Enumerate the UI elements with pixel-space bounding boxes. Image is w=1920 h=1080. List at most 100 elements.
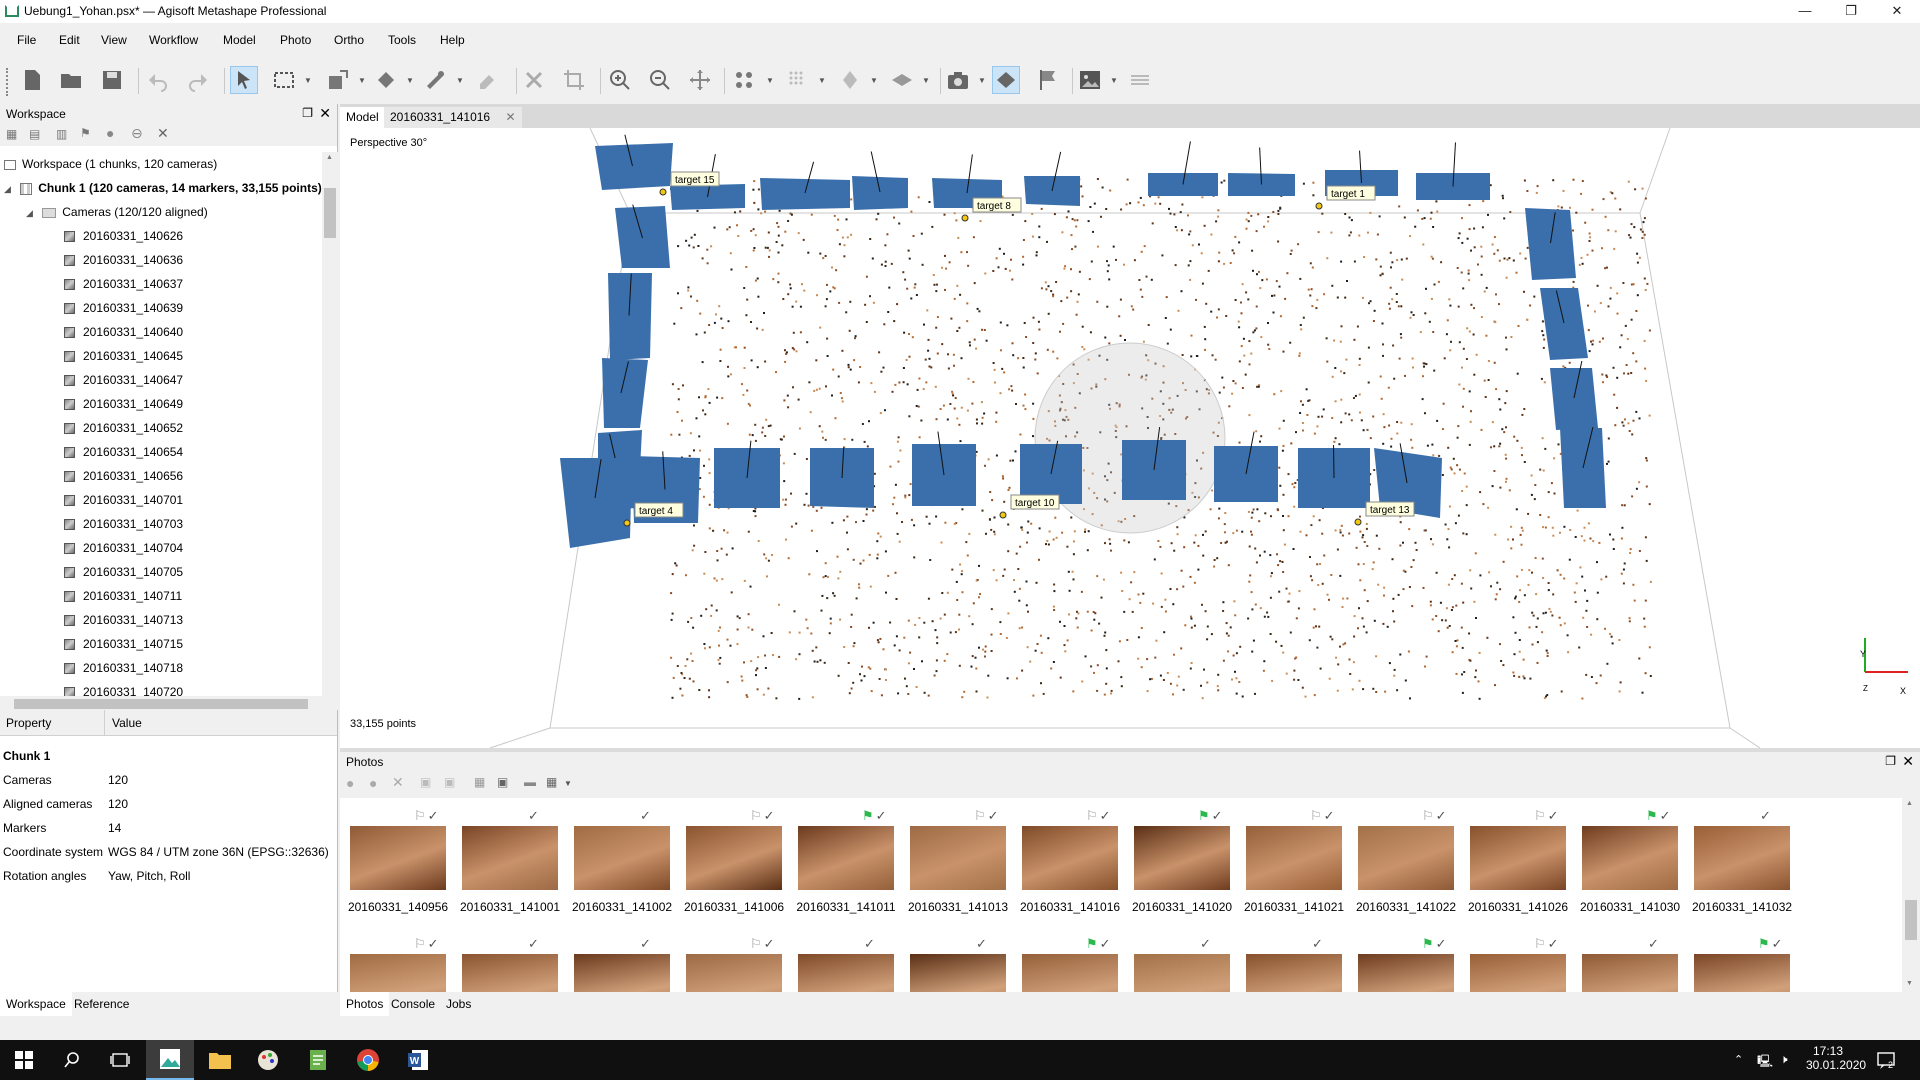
layers-icon[interactable] [1126, 66, 1154, 94]
chevron-down-icon[interactable]: ▼ [818, 76, 826, 85]
camera-plane[interactable] [608, 273, 652, 360]
camera-item[interactable]: 20160331_140705 [64, 560, 183, 584]
scroll-up-icon[interactable]: ▲ [326, 154, 334, 162]
photo-thumbnail[interactable] [1022, 826, 1118, 890]
disable-icon[interactable]: ● [369, 775, 377, 791]
photo-thumbnail[interactable] [350, 826, 446, 890]
camera-item[interactable]: 20160331_140647 [64, 368, 183, 392]
model-viewport[interactable]: target 15 target 8 target 1 target 4 target … [340, 128, 1920, 748]
menu-model[interactable]: Model [223, 33, 256, 47]
show-masks-icon[interactable]: ▣ [497, 775, 508, 789]
search-icon[interactable] [48, 1040, 96, 1080]
clock[interactable]: 17:13 30.01.2020 [1806, 1044, 1866, 1072]
chevron-down-icon[interactable]: ▼ [766, 76, 774, 85]
property-value[interactable]: WGS 84 / UTM zone 36N (EPSG::32636) [108, 840, 329, 864]
camera-item[interactable]: 20160331_140713 [64, 608, 183, 632]
photo-thumbnail[interactable] [1694, 826, 1790, 890]
camera-icon[interactable] [944, 66, 972, 94]
camera-plane[interactable] [560, 458, 632, 548]
camera-item[interactable]: 20160331_140715 [64, 632, 183, 656]
image-quality-icon[interactable]: ▬ [524, 775, 536, 789]
navigation-arrow-icon[interactable] [230, 66, 258, 94]
new-document-icon[interactable] [18, 66, 46, 94]
photo-thumbnail[interactable] [686, 826, 782, 890]
add-marker-icon[interactable]: ⚑ [80, 126, 91, 140]
camera-item[interactable]: 20160331_140645 [64, 344, 183, 368]
float-pane-icon[interactable]: ❐ [1885, 754, 1896, 768]
chevron-down-icon[interactable]: ▼ [978, 76, 986, 85]
maximize-button[interactable]: ❐ [1828, 0, 1874, 23]
camera-item[interactable]: 20160331_140711 [64, 584, 182, 608]
photo-thumbnail[interactable] [1358, 954, 1454, 992]
dense-cloud-icon[interactable] [784, 66, 812, 94]
chevron-down-icon[interactable]: ▼ [1110, 76, 1118, 85]
enable-icon[interactable]: ● [346, 775, 354, 791]
delete-selection-icon[interactable] [520, 66, 548, 94]
remove-icon[interactable]: ✕ [157, 125, 169, 142]
value-column[interactable]: Value [112, 716, 142, 730]
chevron-down-icon[interactable]: ▼ [304, 76, 312, 85]
redo-icon[interactable] [184, 66, 212, 94]
property-column[interactable]: Property [6, 716, 51, 730]
photo-thumbnail[interactable] [1582, 826, 1678, 890]
photo-thumbnail[interactable] [462, 954, 558, 992]
camera-item[interactable]: 20160331_140640 [64, 320, 183, 344]
photo-thumbnail[interactable] [462, 826, 558, 890]
volume-icon[interactable]: 🕨 [1780, 1052, 1788, 1067]
notepad-icon[interactable] [294, 1040, 342, 1080]
open-folder-icon[interactable] [57, 66, 85, 94]
show-image-icon[interactable] [1076, 66, 1104, 94]
expand-chunk-icon[interactable]: ◢ [4, 184, 11, 194]
add-photos-icon[interactable]: ▤ [29, 127, 40, 141]
menu-photo[interactable]: Photo [280, 33, 311, 47]
photo-thumbnail[interactable] [1246, 826, 1342, 890]
photo-thumbnail[interactable] [574, 954, 670, 992]
float-pane-icon[interactable]: ❐ [302, 106, 313, 120]
toolbar-grip[interactable] [6, 68, 10, 96]
point-cloud-scene[interactable]: target 15 target 8 target 1 target 4 target … [340, 128, 1920, 748]
marker[interactable]: target 1 [1315, 185, 1376, 210]
camera-item[interactable]: 20160331_140656 [64, 464, 183, 488]
metashape-taskbar-icon[interactable] [146, 1040, 194, 1080]
eraser-icon[interactable] [474, 66, 502, 94]
mesh-icon[interactable] [836, 66, 864, 94]
camera-item[interactable]: 20160331_140639 [64, 296, 183, 320]
paint-app-icon[interactable] [244, 1040, 292, 1080]
chevron-down-icon[interactable]: ▼ [406, 76, 414, 85]
crop-icon[interactable] [560, 66, 588, 94]
photo-thumbnail[interactable] [1358, 826, 1454, 890]
close-tab-icon[interactable]: ✕ [505, 110, 515, 124]
add-chunk-icon[interactable]: ▦ [6, 127, 17, 141]
property-value[interactable]: 120 [108, 768, 128, 792]
tab-workspace[interactable]: Workspace [0, 992, 72, 1016]
camera-plane[interactable] [852, 176, 908, 210]
rotate-left-icon[interactable]: ▣ [444, 775, 455, 789]
tab-photo-20160331-141016[interactable]: 20160331_141016 ✕ [384, 107, 522, 128]
photo-thumbnail[interactable] [1134, 826, 1230, 890]
marker[interactable]: target 10 [999, 494, 1060, 519]
chrome-icon[interactable] [344, 1040, 392, 1080]
reset-filter-icon[interactable]: ▦ [474, 775, 485, 789]
show-cameras-icon[interactable] [992, 66, 1020, 94]
photo-thumbnail[interactable] [1694, 954, 1790, 992]
camera-item[interactable]: 20160331_140704 [64, 536, 183, 560]
resize-region-icon[interactable] [324, 66, 352, 94]
photo-thumbnail[interactable] [1470, 826, 1566, 890]
menu-edit[interactable]: Edit [59, 33, 80, 47]
menu-tools[interactable]: Tools [388, 33, 416, 47]
camera-item[interactable]: 20160331_140636 [64, 248, 183, 272]
property-value[interactable]: 120 [108, 792, 128, 816]
ruler-icon[interactable] [422, 66, 450, 94]
camera-item[interactable]: 20160331_140718 [64, 656, 183, 680]
close-pane-icon[interactable]: ✕ [319, 105, 331, 122]
hscroll-thumb[interactable] [14, 699, 308, 709]
file-explorer-icon[interactable] [196, 1040, 244, 1080]
tab-model[interactable]: Model [340, 107, 385, 128]
scroll-up-icon[interactable]: ▲ [1906, 800, 1913, 807]
menu-ortho[interactable]: Ortho [334, 33, 364, 47]
close-button[interactable]: ✕ [1874, 0, 1920, 23]
chevron-down-icon[interactable]: ▼ [358, 76, 366, 85]
menu-view[interactable]: View [101, 33, 127, 47]
zoom-in-icon[interactable] [606, 66, 634, 94]
show-markers-flag-icon[interactable] [1034, 66, 1062, 94]
